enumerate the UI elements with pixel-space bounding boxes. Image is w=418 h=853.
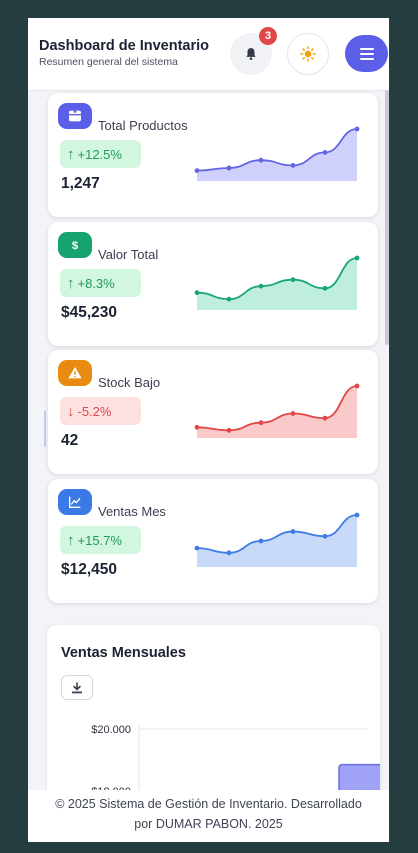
stat-card-ventas-mes[interactable]: Ventas Mes ↑ +15.7% $12,450 bbox=[48, 479, 378, 603]
card-icon-badge: $ bbox=[58, 232, 92, 258]
download-chart-button[interactable] bbox=[61, 675, 93, 700]
scrollbar[interactable] bbox=[385, 90, 389, 345]
page-subtitle: Resumen general del sistema bbox=[39, 56, 178, 68]
change-value: +15.7% bbox=[77, 532, 122, 548]
trend-sparkline bbox=[194, 255, 360, 310]
change-value: +12.5% bbox=[77, 146, 122, 162]
card-icon-badge bbox=[58, 360, 92, 386]
card-value: 42 bbox=[61, 432, 79, 449]
sparkline-point bbox=[194, 168, 200, 173]
app-header: Dashboard de Inventario Resumen general … bbox=[28, 18, 389, 91]
arrow-up-icon: ↑ bbox=[67, 274, 75, 292]
sparkline-point bbox=[290, 163, 296, 168]
sparkline-point bbox=[226, 296, 232, 302]
theme-toggle-button[interactable] bbox=[287, 33, 329, 75]
card-value: $12,450 bbox=[61, 561, 118, 578]
page-title: Dashboard de Inventario bbox=[39, 38, 210, 54]
arrow-up-icon: ↑ bbox=[67, 531, 75, 549]
dollar-icon: $ bbox=[72, 240, 79, 252]
change-badge: ↑ +15.7% bbox=[60, 526, 141, 554]
app-screen: Dashboard de Inventario Resumen general … bbox=[28, 18, 389, 842]
sparkline-point bbox=[354, 255, 360, 261]
warning-icon bbox=[68, 367, 82, 379]
card-label: Total Productos bbox=[98, 118, 188, 133]
box-icon bbox=[69, 110, 81, 122]
trend-sparkline bbox=[194, 512, 360, 567]
sparkline-point bbox=[322, 533, 328, 539]
card-icon-badge bbox=[58, 103, 92, 129]
card-icon-badge bbox=[58, 489, 92, 515]
change-value: +8.3% bbox=[77, 275, 115, 291]
bell-icon bbox=[246, 48, 256, 60]
stat-card-stock-bajo[interactable]: Stock Bajo ↓ -5.2% 42 bbox=[48, 350, 378, 474]
footer-line-1: © 2025 Sistema de Gestión de Inventario.… bbox=[55, 797, 362, 811]
card-value: 1,247 bbox=[61, 175, 100, 192]
sparkline-point bbox=[258, 538, 264, 544]
sparkline-point bbox=[226, 165, 232, 171]
change-badge: ↓ -5.2% bbox=[60, 397, 141, 425]
sparkline-point bbox=[258, 420, 264, 426]
notification-count-badge: 3 bbox=[259, 27, 277, 45]
trend-sparkline bbox=[194, 383, 360, 438]
sparkline-point bbox=[226, 550, 232, 556]
change-badge: ↑ +8.3% bbox=[60, 269, 141, 297]
footer-line-2: por DUMAR PABON. 2025 bbox=[134, 817, 283, 831]
sparkline-point bbox=[290, 411, 296, 416]
svg-text:$: $ bbox=[72, 240, 79, 252]
chart-title: Ventas Mensuales bbox=[61, 645, 186, 661]
sparkline-area bbox=[197, 515, 357, 567]
sparkline-point bbox=[226, 427, 232, 433]
sparkline-point bbox=[354, 126, 360, 132]
change-badge: ↑ +12.5% bbox=[60, 140, 141, 168]
card-label: Valor Total bbox=[98, 247, 159, 262]
sparkline-point bbox=[322, 415, 328, 421]
sparkline-point bbox=[290, 277, 296, 283]
change-value: -5.2% bbox=[77, 403, 112, 419]
stat-card-valor-total[interactable]: $ Valor Total ↑ +8.3% $45,230 bbox=[48, 222, 378, 346]
sparkline-point bbox=[194, 424, 200, 430]
card-label: Stock Bajo bbox=[98, 375, 161, 390]
sparkline-point bbox=[354, 512, 360, 518]
sun-icon bbox=[300, 46, 316, 62]
sparkline-point bbox=[354, 383, 360, 389]
active-indicator bbox=[44, 411, 46, 447]
card-value: $45,230 bbox=[61, 304, 118, 321]
trend-sparkline bbox=[194, 126, 360, 181]
chart-line-icon bbox=[69, 496, 81, 508]
card-label: Ventas Mes bbox=[98, 504, 166, 519]
arrow-up-icon: ↑ bbox=[67, 145, 75, 163]
menu-button[interactable] bbox=[345, 35, 388, 72]
arrow-down-icon: ↓ bbox=[67, 402, 75, 420]
sparkline-point bbox=[194, 545, 200, 551]
download-icon bbox=[72, 681, 82, 693]
sparkline-point bbox=[322, 150, 328, 155]
sparkline-point bbox=[290, 529, 296, 534]
y-tick-label: $20.000 bbox=[91, 724, 131, 736]
sparkline-point bbox=[258, 283, 264, 289]
hamburger-menu-icon bbox=[359, 47, 374, 60]
sparkline-point bbox=[194, 290, 200, 296]
sparkline-area bbox=[197, 129, 357, 181]
sparkline-point bbox=[322, 285, 328, 291]
sparkline-point bbox=[258, 157, 264, 163]
footer: © 2025 Sistema de Gestión de Inventario.… bbox=[28, 790, 389, 842]
stat-card-total-productos[interactable]: Total Productos ↑ +12.5% 1,247 bbox=[48, 93, 378, 217]
